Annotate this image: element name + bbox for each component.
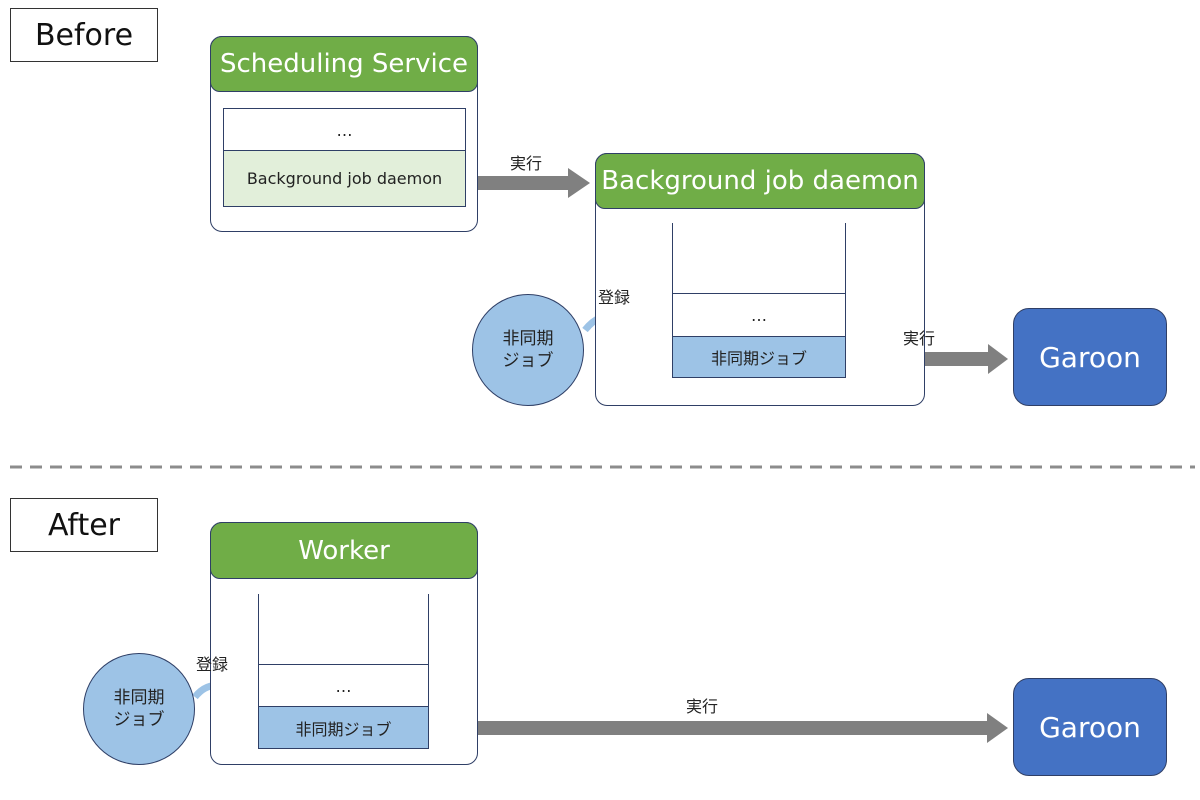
async-job-circle-before: 非同期 ジョブ (472, 294, 584, 406)
background-job-daemon-header: Background job daemon (595, 153, 925, 209)
register-label-after: 登録 (196, 655, 229, 674)
execute-arrow-after (433, 713, 1008, 743)
garoon-box-after: Garoon (1013, 678, 1167, 776)
execute-label-after: 実行 (686, 697, 719, 716)
execute-label-before-1: 実行 (510, 154, 543, 173)
queue-after-item-async-job: 非同期ジョブ (258, 706, 429, 749)
queue-before-item-ellipsis: … (672, 293, 846, 337)
scheduling-item-ellipsis: … (223, 108, 466, 152)
after-label: After (10, 498, 158, 552)
async-job-circle-after: 非同期 ジョブ (83, 653, 195, 765)
scheduling-service-header: Scheduling Service (210, 36, 478, 92)
queue-before (672, 223, 846, 295)
execute-label-before-2: 実行 (903, 329, 936, 348)
queue-after-item-ellipsis: … (258, 664, 429, 708)
garoon-box-before: Garoon (1013, 308, 1167, 406)
scheduling-item-background-job-daemon: Background job daemon (223, 150, 466, 207)
register-label-before: 登録 (598, 288, 631, 307)
queue-before-item-async-job: 非同期ジョブ (672, 336, 846, 378)
worker-header: Worker (210, 522, 478, 579)
before-label: Before (10, 8, 158, 62)
queue-after (258, 594, 429, 666)
